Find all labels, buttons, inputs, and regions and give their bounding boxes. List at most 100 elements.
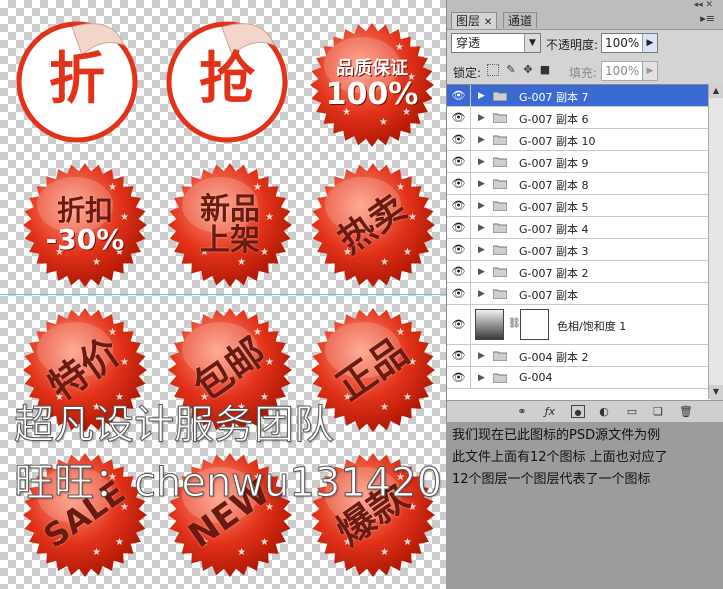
eye-icon[interactable]: 👁 xyxy=(447,151,471,172)
badge-discount-line1: 折扣 xyxy=(56,193,113,227)
expand-arrow-icon[interactable]: ▶ xyxy=(478,267,485,277)
layer-row[interactable]: 👁 ▶ G-007 副本 6 xyxy=(447,107,710,129)
badge-qiang: 抢 xyxy=(162,15,292,145)
opacity-arrow-icon[interactable]: ▶ xyxy=(642,34,657,52)
opacity-label: 不透明度: xyxy=(546,38,599,52)
folder-icon xyxy=(493,289,507,299)
eye-icon[interactable]: 👁 xyxy=(447,261,471,282)
fill-arrow-icon[interactable]: ▶ xyxy=(642,62,657,80)
layer-row[interactable]: 👁 ▶ G-007 副本 xyxy=(447,283,710,305)
add-mask-icon[interactable]: ● xyxy=(571,405,585,418)
fill-label: 填充: xyxy=(569,66,598,80)
expand-arrow-icon[interactable]: ▶ xyxy=(478,201,485,211)
layer-row[interactable]: 👁 ▶ G-007 副本 3 xyxy=(447,239,710,261)
lock-all-icon[interactable]: ■ xyxy=(539,64,551,76)
lock-transparent-icon[interactable] xyxy=(487,64,499,76)
panel-footer: ⚭ ƒx ● ◐ ▭ ❏ 🗑 xyxy=(447,400,723,422)
layer-name: G-007 副本 10 xyxy=(519,135,596,148)
lock-label: 锁定: xyxy=(453,66,482,80)
badge-qiang-text: 抢 xyxy=(199,46,255,112)
fx-icon[interactable]: ƒx xyxy=(543,405,557,418)
eye-icon[interactable]: 👁 xyxy=(447,367,471,388)
layer-row[interactable]: 👁 ▶ G-007 副本 8 xyxy=(447,173,710,195)
description-line: 此文件上面有12个图标 上面也对应了 xyxy=(452,450,668,465)
adjustment-layer-row[interactable]: 👁 ⛓ 色相/饱和度 1 xyxy=(447,305,710,345)
new-group-icon[interactable]: ▭ xyxy=(625,405,639,418)
panel-menu-icon[interactable]: ▸≡ xyxy=(700,12,715,25)
expand-arrow-icon[interactable]: ▶ xyxy=(478,135,485,145)
badge-zhe: 折 xyxy=(12,15,142,145)
expand-arrow-icon[interactable]: ▶ xyxy=(478,373,485,383)
blend-mode-value: 穿透 xyxy=(456,36,481,50)
folder-icon xyxy=(493,179,507,189)
tab-close-icon[interactable]: ✕ xyxy=(484,17,492,28)
folder-icon xyxy=(493,245,507,255)
layers-scrollbar[interactable]: ▲ ▼ xyxy=(708,84,723,399)
layer-name: G-007 副本 3 xyxy=(519,245,589,258)
description-line: 12个图层一个图层代表了一个图标 xyxy=(452,472,651,487)
expand-arrow-icon[interactable]: ▶ xyxy=(478,113,485,123)
link-chain-icon: ⛓ xyxy=(508,318,521,329)
eye-icon[interactable]: 👁 xyxy=(447,107,471,128)
layers-list: 👁 ▶ G-007 副本 7 👁 ▶ G-007 副本 6 👁 ▶ G-007 … xyxy=(447,84,710,400)
lock-paint-icon[interactable]: ✎ xyxy=(505,64,517,76)
expand-arrow-icon[interactable]: ▶ xyxy=(478,351,485,361)
lock-move-icon[interactable]: ✥ xyxy=(522,64,534,76)
layer-name: G-004 副本 2 xyxy=(519,351,589,364)
folder-icon xyxy=(493,113,507,123)
expand-arrow-icon[interactable]: ▶ xyxy=(478,245,485,255)
layer-name: G-007 副本 6 xyxy=(519,113,589,126)
layer-name: G-007 副本 9 xyxy=(519,157,589,170)
layer-row[interactable]: 👁 ▶ G-007 副本 4 xyxy=(447,217,710,239)
layer-row[interactable]: 👁 ▶ G-007 副本 7 xyxy=(447,85,710,107)
layer-name: G-004 xyxy=(519,371,553,384)
eye-icon[interactable]: 👁 xyxy=(447,283,471,304)
trash-icon[interactable]: 🗑 xyxy=(679,405,693,418)
blend-mode-select[interactable]: 穿透 ▼ xyxy=(451,33,541,53)
layer-row[interactable]: 👁 ▶ G-007 副本 10 xyxy=(447,129,710,151)
scroll-down-icon[interactable]: ▼ xyxy=(709,385,723,399)
eye-icon[interactable]: 👁 xyxy=(447,217,471,238)
layer-name: G-007 副本 4 xyxy=(519,223,589,236)
link-layers-icon[interactable]: ⚭ xyxy=(515,405,529,418)
tab-channels[interactable]: 通道 xyxy=(503,12,538,28)
panel-collapse-icon[interactable]: ◂◂ ✕ xyxy=(694,0,713,10)
expand-arrow-icon[interactable]: ▶ xyxy=(478,223,485,233)
eye-icon[interactable]: 👁 xyxy=(447,85,471,106)
badge-quality-line1: 品质保证 xyxy=(336,57,408,79)
badge-quality-line2: 100% xyxy=(325,76,419,112)
eye-icon[interactable]: 👁 xyxy=(447,195,471,216)
eye-icon[interactable]: 👁 xyxy=(447,239,471,260)
eye-icon[interactable]: 👁 xyxy=(447,173,471,194)
description-line: 我们现在已此图标的PSD源文件为例 xyxy=(452,428,661,443)
scroll-up-icon[interactable]: ▲ xyxy=(709,84,723,98)
expand-arrow-icon[interactable]: ▶ xyxy=(478,157,485,167)
badge-newitem: ★ ★ ★ ★ ★ 新品 上架 xyxy=(165,160,295,290)
expand-arrow-icon[interactable]: ▶ xyxy=(478,91,485,101)
tab-layers[interactable]: 图层 ✕ xyxy=(451,12,498,29)
eye-icon[interactable]: 👁 xyxy=(447,345,471,366)
opacity-field[interactable]: 100% ▶ xyxy=(601,33,658,53)
eye-icon[interactable]: 👁 xyxy=(447,305,471,344)
layer-row[interactable]: 👁 ▶ G-004 副本 2 xyxy=(447,345,710,367)
expand-arrow-icon[interactable]: ▶ xyxy=(478,179,485,189)
layer-mask-thumbnail xyxy=(520,309,549,340)
fill-field[interactable]: 100% ▶ xyxy=(601,61,658,81)
watermark-contact: 旺旺：chenwu131420 xyxy=(13,460,443,507)
layer-row[interactable]: 👁 ▶ G-007 副本 2 xyxy=(447,261,710,283)
layer-row[interactable]: 👁 ▶ G-004 xyxy=(447,367,710,389)
badge-zhe-text: 折 xyxy=(49,46,105,112)
folder-icon xyxy=(493,351,507,361)
expand-arrow-icon[interactable]: ▶ xyxy=(478,289,485,299)
badge-discount-line2: -30% xyxy=(45,223,125,256)
eye-icon[interactable]: 👁 xyxy=(447,129,471,150)
adjustment-thumbnail xyxy=(475,309,504,340)
adjustment-layer-icon[interactable]: ◐ xyxy=(597,405,611,418)
panel-tabbar: ◂◂ ✕ 图层 ✕ 通道 ▸≡ xyxy=(447,0,723,30)
badge-newitem-line1: 新品 xyxy=(200,191,260,227)
badge-quality: ★ ★ ★ ★ ★ 品质保证 100% xyxy=(307,20,437,150)
new-layer-icon[interactable]: ❏ xyxy=(651,405,665,418)
layer-row[interactable]: 👁 ▶ G-007 副本 5 xyxy=(447,195,710,217)
layer-name: G-007 副本 5 xyxy=(519,201,589,214)
layer-row[interactable]: 👁 ▶ G-007 副本 9 xyxy=(447,151,710,173)
